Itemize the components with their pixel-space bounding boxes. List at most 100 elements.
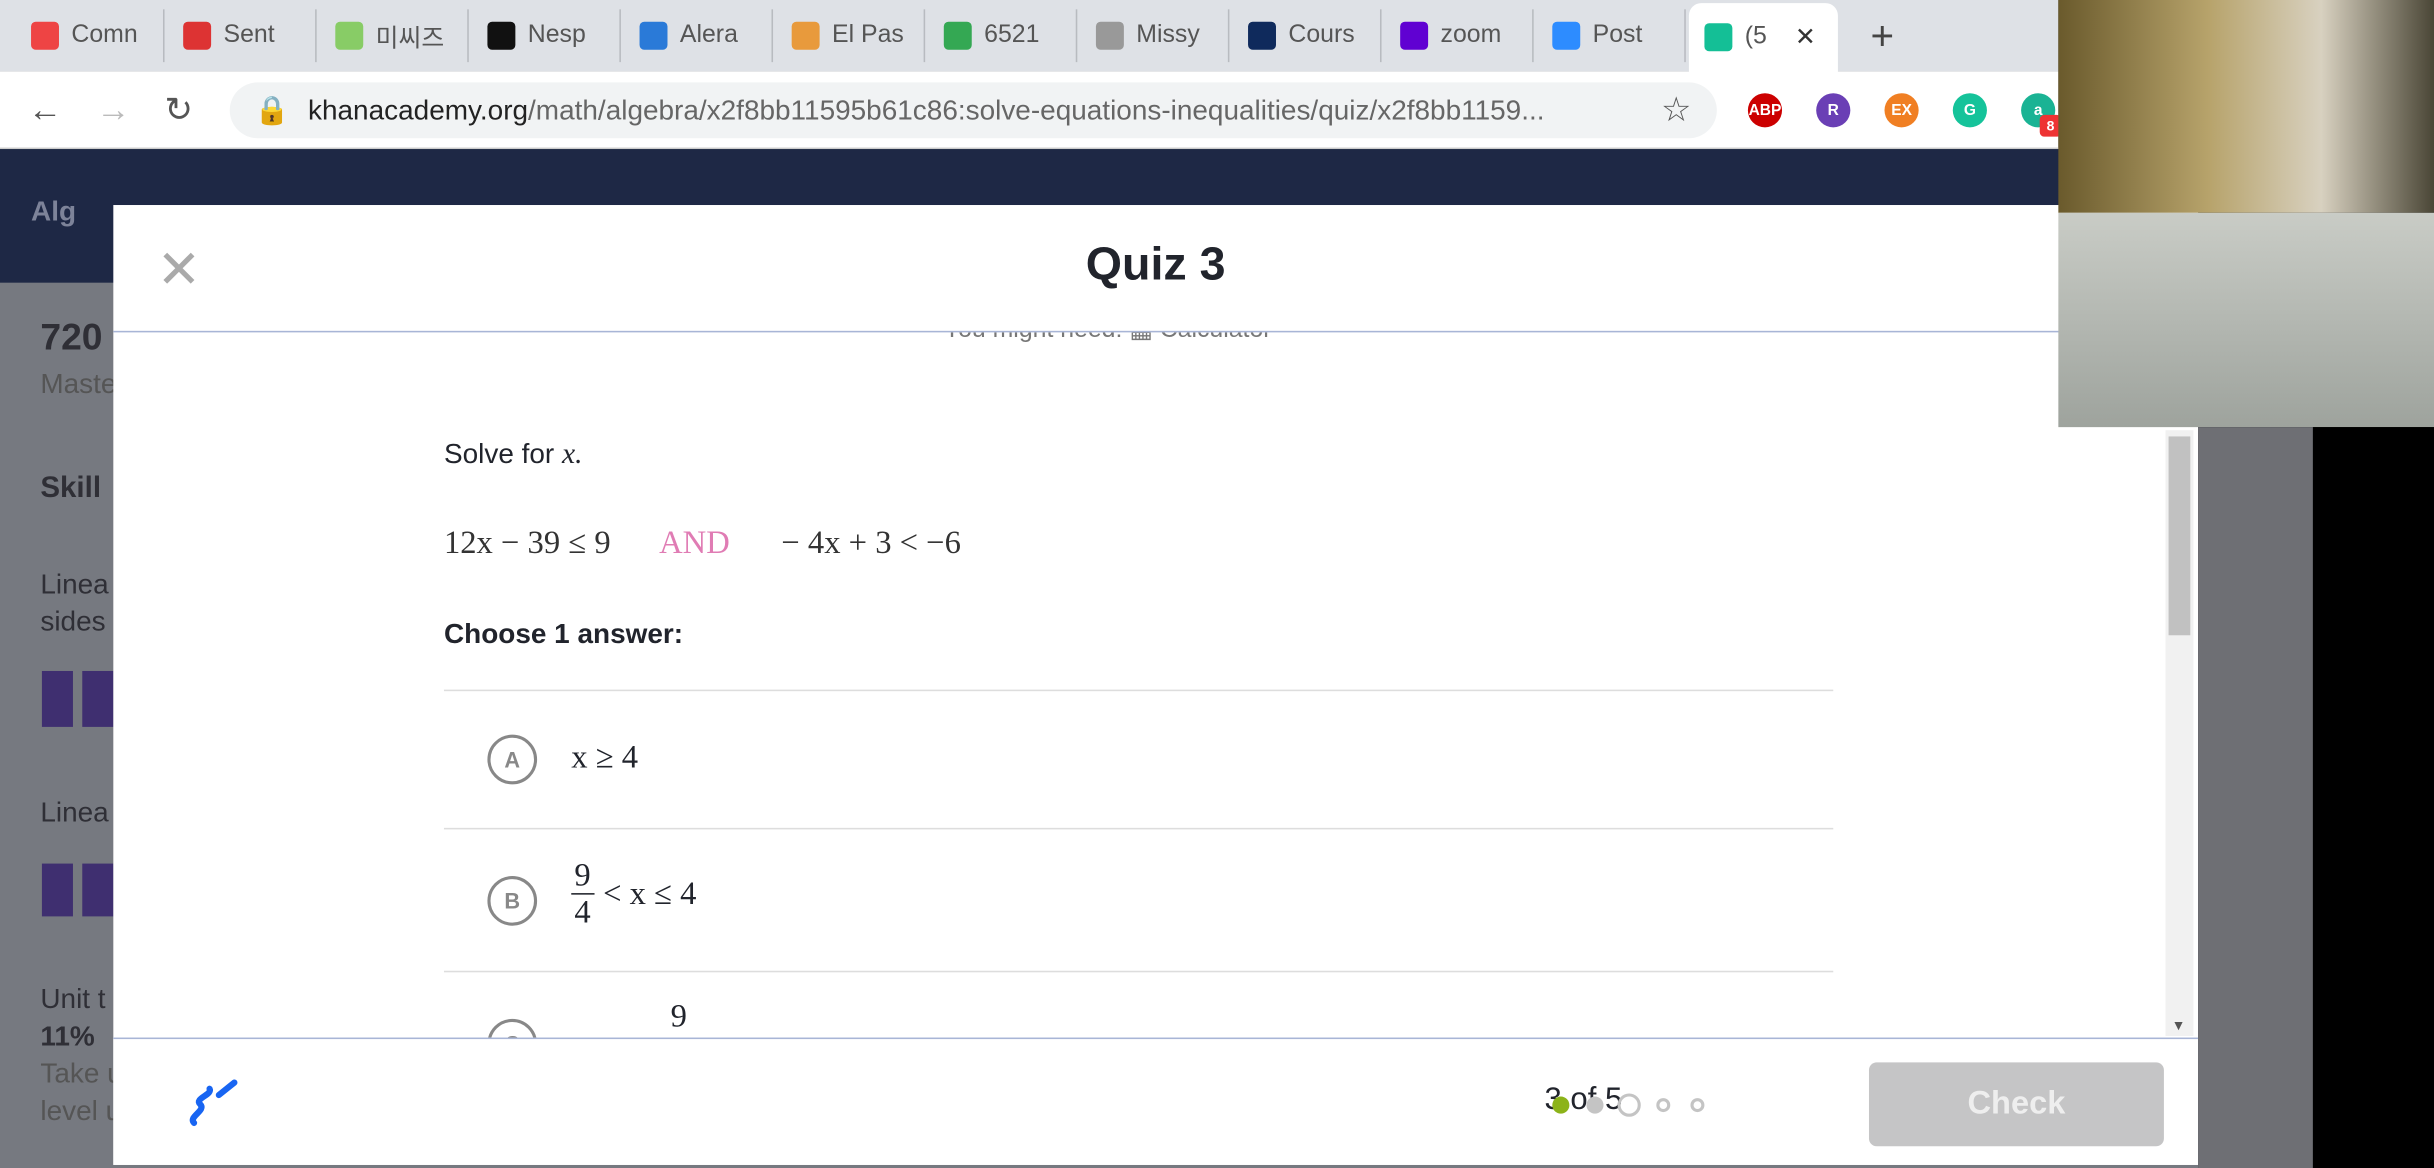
scroll-down-icon[interactable]: ▼ [2172,1017,2186,1033]
and-keyword: AND [659,523,730,561]
skill-item: Linea [40,568,109,600]
browser-tab[interactable]: Alera [624,9,774,63]
fraction: 94 [571,856,594,931]
video-panel-empty [2312,427,2434,1168]
browser-tab[interactable]: Missy [1080,9,1230,63]
option-letter: B [487,876,538,926]
option-expression: < x ≤ 4 [603,874,697,912]
reload-icon[interactable]: ↻ [165,90,194,130]
extension-icon[interactable]: G [1952,93,1987,128]
option-text: 94 < x ≤ 4 [571,856,697,931]
pinwheel-icon [1095,21,1124,50]
url-domain: khanacademy.org [308,93,529,126]
unit-level-text: level u [40,1095,122,1127]
question-prompt: Solve for x. [444,438,583,472]
tab-label: 6521 [984,21,1040,49]
option-text: x ≥ 4 [571,737,639,776]
prompt-variable: x. [562,438,583,471]
video-tile-participant-2 [2058,212,2434,428]
yahoo-icon [1400,21,1429,50]
tab-label: El Pas [832,21,904,49]
scrollbar[interactable]: ▼ [2165,430,2194,1036]
browser-tab[interactable]: (5 ✕ [1688,3,1838,72]
url-field[interactable]: 🔒 khanacademy.org/math/algebra/x2f8bb115… [229,82,1717,139]
forward-icon[interactable]: → [96,90,130,130]
extension-icon[interactable]: R [1816,93,1851,128]
skill-bar [82,670,114,727]
maps-pin-icon [943,21,972,50]
khan-icon [1704,23,1733,52]
bookmark-star-icon[interactable]: ☆ [1661,90,1692,130]
modal-header: ✕ Quiz 3 [113,205,2199,333]
skill-bar [41,863,73,917]
numerator: 9 [571,856,594,895]
progress-dot [1552,1096,1570,1114]
extension-icon[interactable]: ABP [1747,93,1783,128]
mastery-points: 720 [40,316,103,359]
b-icon [487,21,516,50]
prompt-text: Solve for [443,438,555,470]
progress-dot [1690,1098,1705,1113]
quiz-footer: 3 of 5 Check [113,1037,2199,1165]
scratchpad-pencil-icon[interactable] [185,1076,241,1132]
close-tab-icon[interactable]: ✕ [1795,22,1816,53]
tab-label: Nesp [527,21,586,49]
denominator: 4 [574,893,591,931]
new-tab-button[interactable]: + [1871,12,1895,60]
back-link[interactable]: Alg [31,196,76,229]
mastery-label: Maste [40,368,117,400]
browser-tab[interactable]: Post [1537,9,1686,63]
browser-tab[interactable]: Comn [16,9,165,63]
tab-strip: Comn Sent 미씨즈 Nesp Alera El Pas 6521 Missy Cours… [0,0,2059,72]
c-icon [791,21,820,50]
browser-tab[interactable]: Nesp [472,9,621,63]
xodo-icon [31,21,59,50]
unit-take-text: Take u [40,1057,123,1089]
lock-icon: 🔒 [254,93,290,126]
browser-tab[interactable]: 6521 [928,9,1078,63]
address-bar-row: ← → ↻ 🔒 khanacademy.org/math/algebra/x2f… [0,71,2062,150]
scrollbar-thumb[interactable] [2168,436,2191,636]
answer-option-c[interactable]: C 9 [443,970,1834,1038]
browser-tab[interactable]: 미씨즈 [320,9,469,63]
browser-tab[interactable]: El Pas [776,9,926,63]
back-icon[interactable]: ← [28,90,62,130]
skill-bar [82,863,114,917]
unit-test-label: Unit t [40,983,106,1015]
tab-label: Alera [679,21,738,49]
inequality: 12x − 39 ≤ 9 AND − 4x + 3 < −6 [444,523,961,562]
answer-option-a[interactable]: A x ≥ 4 [443,689,1834,828]
tab-label: Cours [1288,21,1355,49]
browser-tab[interactable]: Cours [1233,9,1382,63]
skill-heading: Skill [40,472,102,505]
gmail-icon [183,21,212,50]
tab-label: zoom [1440,21,1502,49]
skill-item: Linea [40,796,109,828]
yale-y-icon [1248,21,1276,50]
tab-label: Missy [1136,21,1200,49]
page-background-strip [2198,427,2313,1168]
skill-bar [41,670,73,727]
tab-label: 미씨즈 [375,26,445,53]
answer-option-b[interactable]: B 94 < x ≤ 4 [443,827,1834,971]
browser-tab[interactable]: Sent [168,9,317,63]
inequality-2: − 4x + 3 < −6 [781,523,961,561]
choose-label: Choose 1 answer: [443,618,684,650]
unit-percent: 11% [40,1020,95,1052]
extension-icon[interactable]: EX [1884,93,1919,128]
video-tile-participant-1 [2058,0,2434,213]
tab-label: Post [1592,21,1643,49]
check-button[interactable]: Check [1868,1062,2164,1147]
option-numerator: 9 [670,997,687,1035]
progress-dot [1586,1096,1604,1114]
tab-label: (5 [1744,23,1767,50]
skill-item: sides [40,605,106,637]
inequality-1: 12x − 39 ≤ 9 [443,523,611,561]
quiz-title: Quiz 3 [1085,239,1226,291]
url-path: /math/algebra/x2f8bb11595b61c86:solve-eq… [528,93,1545,126]
progress-dot [1656,1098,1671,1113]
option-letter: A [487,734,538,785]
diamond-icon [639,21,668,50]
browser-tab[interactable]: zoom [1385,9,1534,63]
quiz-modal: You might need: ▦ Calculator ✕ Quiz 3 So… [113,205,2199,1165]
